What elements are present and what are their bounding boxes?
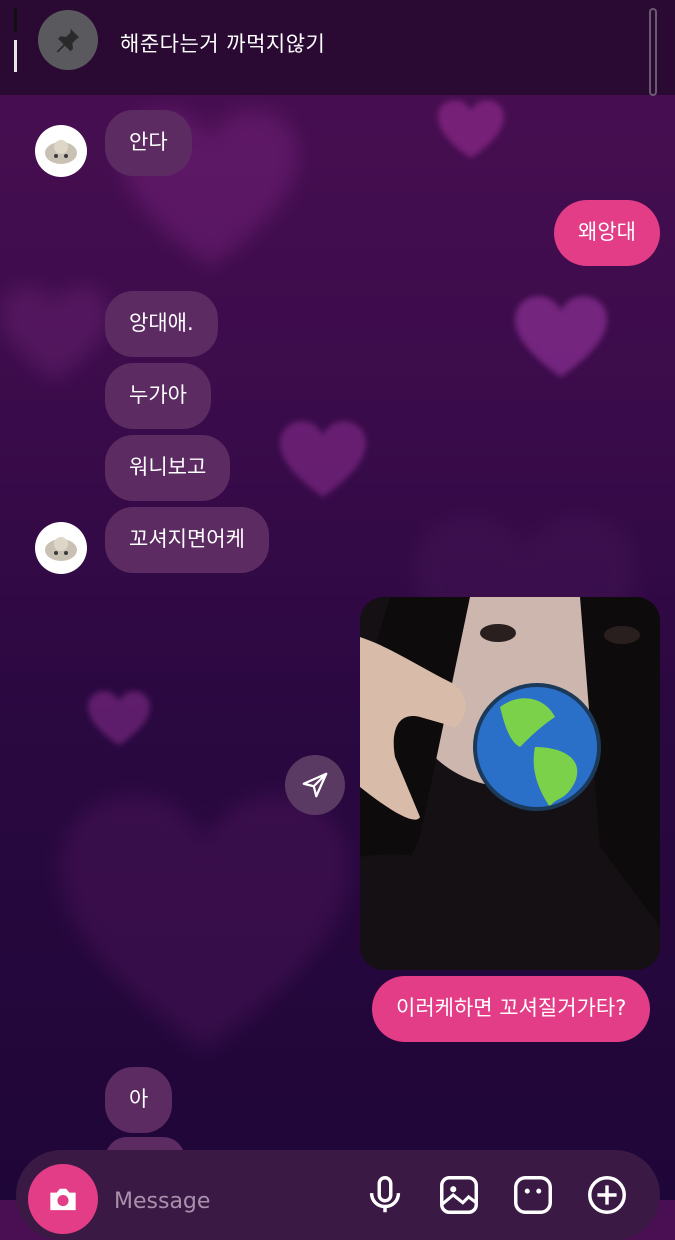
- avatar[interactable]: [35, 522, 87, 574]
- background-heart: [438, 100, 504, 159]
- received-message[interactable]: 누가아: [105, 363, 211, 429]
- sticker-icon[interactable]: [510, 1172, 556, 1218]
- pin-icon: [38, 10, 98, 70]
- received-message[interactable]: 꼬셔지면어케: [105, 507, 269, 573]
- photo-message[interactable]: [360, 597, 660, 970]
- received-message[interactable]: 앙대애.: [105, 291, 218, 357]
- sent-message[interactable]: 이러케하면 꼬셔질거가타?: [372, 976, 651, 1042]
- avatar[interactable]: [35, 125, 87, 177]
- pinned-message-bar[interactable]: 해준다는거 까먹지않기: [0, 0, 675, 96]
- camera-button[interactable]: [28, 1164, 98, 1234]
- share-button[interactable]: [285, 755, 345, 815]
- received-message[interactable]: 워니보고: [105, 435, 231, 501]
- message-composer: [16, 1150, 660, 1240]
- scroll-indicator: [649, 8, 657, 96]
- message-input[interactable]: [112, 1180, 356, 1222]
- pinned-message-text: 해준다는거 까먹지않기: [120, 32, 326, 56]
- background-heart: [0, 285, 110, 383]
- camera-icon: [50, 1188, 76, 1211]
- pinned-indicator-inactive: [14, 8, 17, 32]
- received-message[interactable]: 안다: [105, 110, 192, 176]
- received-message[interactable]: 아: [105, 1067, 173, 1133]
- background-heart: [88, 691, 150, 746]
- background-heart: [515, 296, 607, 378]
- send-icon: [302, 772, 328, 798]
- gallery-icon[interactable]: [436, 1172, 482, 1218]
- pinned-indicator-active: [14, 40, 17, 72]
- add-icon[interactable]: [584, 1172, 630, 1218]
- microphone-icon[interactable]: [362, 1172, 408, 1218]
- background-heart: [60, 794, 350, 1050]
- background-heart: [280, 421, 366, 497]
- sent-message[interactable]: 왜앙대: [554, 200, 660, 266]
